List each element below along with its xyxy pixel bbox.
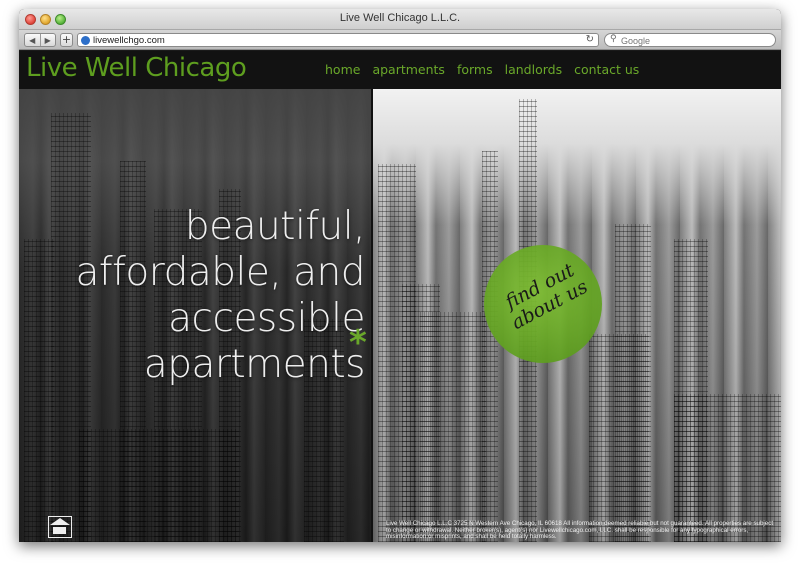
browser-toolbar: ◀ ▶ + livewellchgo.com ↻ ⚲	[19, 30, 781, 50]
browser-window: Live Well Chicago L.L.C. ◀ ▶ + livewellc…	[19, 9, 781, 542]
skyline-building	[589, 334, 649, 542]
back-button[interactable]: ◀	[25, 34, 40, 46]
tagline-line: affordable, and	[75, 250, 366, 295]
address-bar[interactable]: livewellchgo.com ↻	[77, 33, 599, 47]
main-nav: home apartments forms landlords contact …	[325, 62, 639, 77]
search-bar[interactable]: ⚲	[604, 33, 776, 47]
skyline-building	[79, 429, 239, 542]
tagline-line: beautiful,	[184, 204, 366, 249]
window-title: Live Well Chicago L.L.C.	[339, 12, 461, 24]
add-bookmark-button[interactable]: +	[60, 33, 73, 47]
search-input[interactable]	[621, 35, 771, 46]
nav-forms[interactable]: forms	[457, 62, 493, 77]
reload-icon[interactable]: ↻	[586, 34, 594, 45]
skyline-building	[24, 239, 54, 542]
history-buttons: ◀ ▶	[24, 33, 56, 47]
nav-contact-us[interactable]: contact us	[574, 62, 639, 77]
tagline-line: apartments	[143, 342, 366, 387]
footer-disclaimer: Live Well Chicago L.L.C 3725 N Western A…	[386, 520, 774, 540]
find-out-about-us-button[interactable]: find out about us	[484, 245, 602, 363]
favicon-icon	[81, 36, 90, 45]
search-icon: ⚲	[610, 34, 617, 44]
nav-apartments[interactable]: apartments	[372, 62, 445, 77]
hero-tagline: beautiful, affordable, and accessible ap…	[75, 204, 366, 388]
hero-section: beautiful, affordable, and accessible ap…	[19, 89, 781, 542]
url-text: livewellchgo.com	[93, 35, 165, 46]
forward-button[interactable]: ▶	[39, 34, 56, 46]
cta-label: find out about us	[501, 259, 592, 334]
nav-landlords[interactable]: landlords	[505, 62, 562, 77]
image-divider	[371, 89, 373, 542]
nav-home[interactable]: home	[325, 62, 360, 77]
tagline-line: accessible	[168, 296, 365, 341]
skyline-building	[420, 312, 486, 542]
equal-housing-icon	[48, 516, 72, 538]
site-logo[interactable]: Live Well Chicago	[26, 53, 247, 83]
title-bar: Live Well Chicago L.L.C.	[19, 9, 781, 30]
site-header: Live Well Chicago home apartments forms …	[19, 51, 781, 89]
tagline-asterisk: *	[349, 323, 367, 363]
